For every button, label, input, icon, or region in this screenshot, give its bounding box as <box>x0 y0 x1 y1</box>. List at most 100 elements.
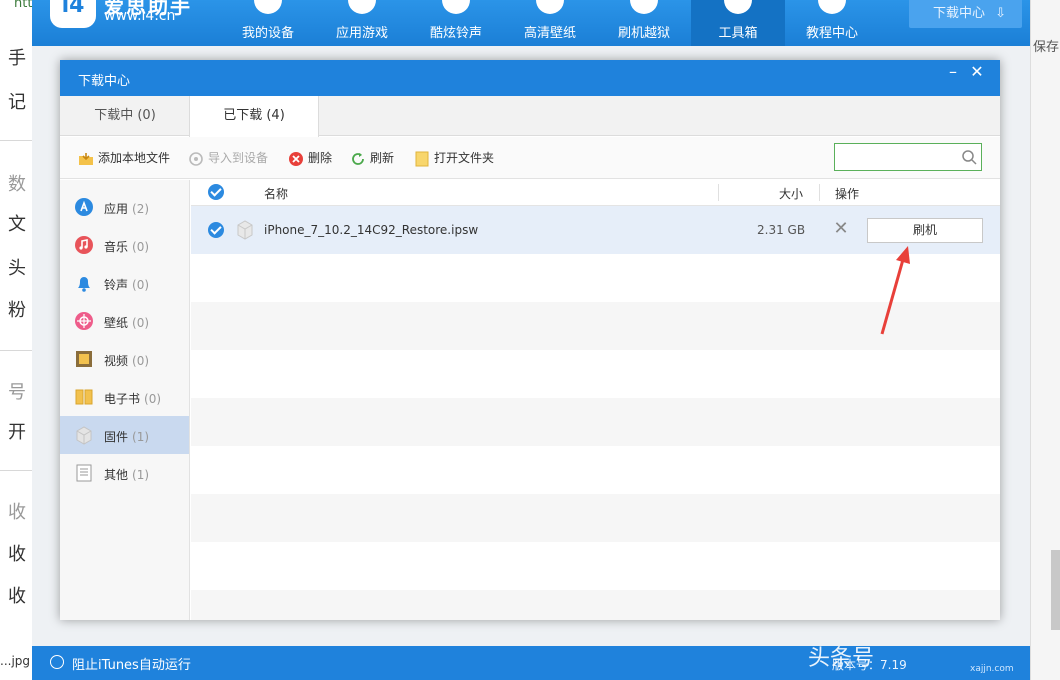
sidebar-item-music[interactable]: 音乐 (0) <box>60 226 189 264</box>
column-header-size[interactable]: 大小 <box>779 185 803 202</box>
download-center-button[interactable]: 下载中心 ⇩ <box>909 0 1022 28</box>
dialog-tabs: 下载中 (0) 已下载 (4) <box>60 96 1000 137</box>
background-text: 收 <box>8 502 26 523</box>
background-text: 收 <box>8 544 26 565</box>
folder-icon <box>415 151 429 166</box>
file-name: iPhone_7_10.2_14C92_Restore.ipsw <box>264 223 479 237</box>
empty-row <box>191 542 1000 590</box>
column-header-action: 操作 <box>835 187 860 201</box>
background-text: 开 <box>8 422 26 443</box>
download-center-label: 下载中心 <box>933 6 986 21</box>
app-store-icon <box>75 198 93 216</box>
nav-toolbox[interactable]: 工具箱 <box>691 0 785 46</box>
annotation-arrow <box>880 246 910 335</box>
minimize-icon[interactable]: – <box>942 62 964 84</box>
category-count: (0) <box>144 392 162 406</box>
category-label: 铃声 <box>104 278 129 292</box>
file-size: 2.31 GB <box>757 223 806 237</box>
category-count: (0) <box>132 278 150 292</box>
background-file-label: ...jpg <box>0 648 32 680</box>
tab-downloading[interactable]: 下载中 (0) <box>60 96 190 136</box>
video-icon <box>76 351 92 367</box>
itunes-block-label[interactable]: 阻止iTunes自动运行 <box>72 654 191 673</box>
top-navigation-bar: i4 爱思助手 www.i4.cn 我的设备 应用游戏 酷炫铃声 高清壁纸 刷机… <box>32 0 1030 46</box>
background-text: 数 <box>8 174 26 195</box>
delete-icon <box>289 151 303 166</box>
i4-logo-icon: i4 <box>50 0 96 28</box>
delete-button[interactable]: 删除 <box>288 149 332 167</box>
close-icon[interactable]: ✕ <box>966 62 988 84</box>
sidebar-item-wallpapers[interactable]: 壁纸 (0) <box>60 302 189 340</box>
empty-row <box>191 350 1000 398</box>
nav-apps-games[interactable]: 应用游戏 <box>315 0 409 46</box>
book-icon <box>75 389 93 405</box>
nav-label: 酷炫铃声 <box>429 26 482 41</box>
status-bar: 阻止iTunes自动运行 版本号：7.19 <box>32 646 1030 680</box>
sidebar-item-videos[interactable]: 视频 (0) <box>60 340 189 378</box>
add-local-file-label: 添加本地文件 <box>98 151 171 165</box>
category-count: (0) <box>132 354 150 368</box>
nav-label: 刷机越狱 <box>617 26 670 41</box>
firmware-box-icon <box>76 426 92 445</box>
nav-tutorials[interactable]: 教程中心 <box>785 0 879 46</box>
import-icon <box>189 151 203 166</box>
background-scrollbar[interactable] <box>1051 550 1060 630</box>
background-text: 文 <box>8 214 26 235</box>
column-divider <box>819 184 820 201</box>
empty-row <box>191 494 1000 542</box>
background-text: 手 <box>8 48 26 69</box>
category-label: 固件 <box>104 430 129 444</box>
remove-row-icon[interactable]: ✕ <box>831 218 851 239</box>
background-text: 记 <box>8 92 26 113</box>
download-arrow-icon: ⇩ <box>995 6 1007 21</box>
dialog-title: 下载中心 <box>78 74 131 89</box>
nav-label: 我的设备 <box>241 26 294 41</box>
background-page-left: 手 记 数 文 头 粉 号 开 收 收 收 <box>0 0 32 680</box>
open-folder-button[interactable]: 打开文件夹 <box>414 149 494 167</box>
apps-icon <box>348 0 376 14</box>
empty-row <box>191 446 1000 494</box>
nav-label: 应用游戏 <box>335 26 388 41</box>
bell-icon <box>442 0 470 14</box>
sidebar-item-ringtones[interactable]: 铃声 (0) <box>60 264 189 302</box>
category-count: (1) <box>132 430 150 444</box>
background-text: 号 <box>8 382 26 403</box>
search-icon <box>962 150 977 165</box>
search-input[interactable] <box>834 143 982 171</box>
itunes-block-toggle[interactable] <box>50 655 64 669</box>
refresh-button[interactable]: 刷新 <box>350 149 394 167</box>
category-label: 其他 <box>104 468 129 482</box>
app-logo-url: www.i4.cn <box>104 8 176 24</box>
sidebar-item-ebooks[interactable]: 电子书 (0) <box>60 378 189 416</box>
category-label: 应用 <box>104 202 129 216</box>
category-count: (1) <box>132 468 150 482</box>
sidebar-item-other[interactable]: 其他 (1) <box>60 454 189 492</box>
nav-ringtones[interactable]: 酷炫铃声 <box>409 0 503 46</box>
nav-label: 工具箱 <box>718 26 758 41</box>
import-to-device-label: 导入到设备 <box>208 151 269 165</box>
toolbox-icon <box>724 0 752 14</box>
nav-flash-jailbreak[interactable]: 刷机越狱 <box>597 0 691 46</box>
nav-my-device[interactable]: 我的设备 <box>221 0 315 46</box>
background-text: 收 <box>8 586 26 607</box>
flash-button[interactable]: 刷机 <box>867 218 983 243</box>
nav-wallpapers[interactable]: 高清壁纸 <box>503 0 597 46</box>
select-all-checkbox[interactable] <box>208 184 224 200</box>
dialog-toolbar: 添加本地文件 导入到设备 删除 刷新 打开文件夹 <box>60 137 1000 179</box>
category-count: (0) <box>132 316 150 330</box>
import-to-device-button[interactable]: 导入到设备 <box>188 149 268 167</box>
sidebar-item-firmware[interactable]: 固件 (1) <box>60 416 189 454</box>
refresh-label: 刷新 <box>370 151 395 165</box>
sidebar-item-apps[interactable]: 应用 (2) <box>60 188 189 226</box>
background-text: 粉 <box>8 300 26 321</box>
watermark-text: 头条号 <box>808 646 875 671</box>
list-header: 名称 大小 操作 <box>191 180 1000 206</box>
document-icon <box>76 464 92 482</box>
music-icon <box>75 236 93 254</box>
row-checkbox[interactable] <box>208 222 224 238</box>
background-save-label: 保存 <box>1033 40 1060 55</box>
column-header-name[interactable]: 名称 <box>264 185 288 202</box>
tab-downloaded[interactable]: 已下载 (4) <box>189 96 319 137</box>
background-page-right: 保存 <box>1030 0 1060 680</box>
add-local-file-button[interactable]: 添加本地文件 <box>78 149 170 167</box>
